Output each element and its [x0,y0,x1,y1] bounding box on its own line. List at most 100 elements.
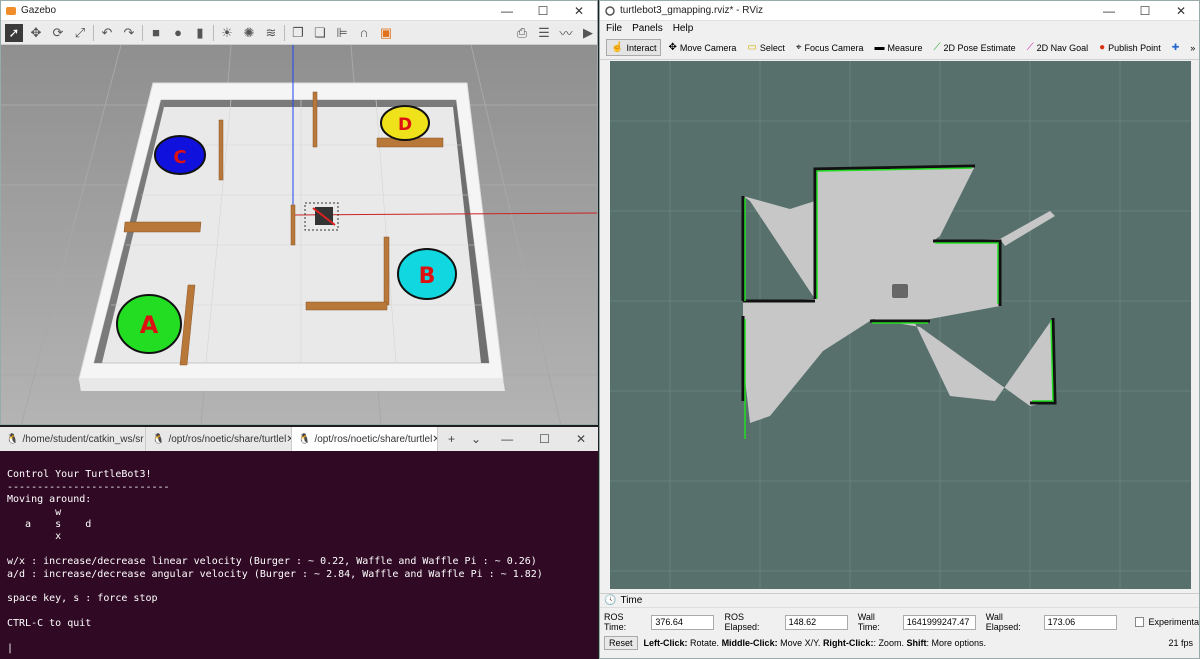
experimental-checkbox[interactable] [1134,617,1145,627]
tool-publish-point[interactable]: ● Publish Point [1095,40,1165,55]
ros-time-field[interactable]: 376.64 [651,614,715,630]
terminal-tab[interactable]: 🐧 /opt/ros/noetic/share/turtlel ✕ [146,427,292,451]
wall-time-field[interactable]: 1641999247.47 [902,614,976,630]
tool-interact[interactable]: ☝ Interact [606,39,662,56]
linux-penguin-icon: 🐧 [6,433,19,445]
nav-arrow-icon: ⟋ [1026,42,1034,53]
toolbar-divider [213,24,214,41]
select-mode-icon[interactable]: ➚ [5,23,23,42]
pin-icon: ● [1099,42,1106,53]
time-header-label: Time [620,595,643,606]
align-icon[interactable]: ⊫ [333,24,351,42]
occupancy-map [610,61,1191,589]
tool-focus-camera[interactable]: ⌖ Focus Camera [792,40,868,55]
wall-elapsed-label: Wall Elapsed: [985,612,1021,632]
tool-label: Measure [887,42,923,53]
terminal-tab[interactable]: 🐧 /home/student/catkin_ws/sr ✕ [0,427,146,451]
spot-light-icon[interactable]: ✺ [240,24,258,42]
minimize-button[interactable]: — [1091,4,1127,18]
rviz-titlebar: turtlebot3_gmapping.rviz* - RViz — ☐ ✕ [600,1,1199,21]
terminal-line: a s d [7,519,92,531]
mouse-hint: Left-Click: Rotate. Middle-Click: Move X… [644,638,986,648]
translate-mode-icon[interactable]: ✥ [27,24,45,42]
add-tool-icon[interactable]: ✚ [1168,40,1184,55]
undo-icon[interactable]: ↶ [98,24,116,42]
rviz-title: turtlebot3_gmapping.rviz* - RViz [620,5,764,16]
minimize-button[interactable]: — [489,4,525,18]
tab-label: /opt/ros/noetic/share/turtlel [314,433,433,445]
change-view-icon[interactable]: ▣ [377,24,395,42]
tool-2d-pose-estimate[interactable]: ⟋ 2D Pose Estimate [930,40,1020,55]
gazebo-title: Gazebo [21,5,57,16]
camera-icon: ✥ [668,42,677,53]
plot-icon[interactable]: 〰 [557,24,575,42]
maximize-button[interactable]: ☐ [1127,4,1163,18]
time-panel: 🕓 Time ROS Time: 376.64 ROS Elapsed: 148… [600,593,1199,658]
terminal-output[interactable]: Control Your TurtleBot3! ----------------… [0,451,598,659]
directional-light-icon[interactable]: ≋ [262,24,280,42]
tool-move-camera[interactable]: ✥ Move Camera [664,40,740,55]
video-icon[interactable]: ▶ [579,24,597,42]
scale-mode-icon[interactable]: ⤢ [71,24,89,42]
svg-text:D: D [398,115,412,135]
box-shape-icon[interactable]: ■ [147,24,165,42]
point-light-icon[interactable]: ☀ [218,24,236,42]
gazebo-titlebar: Gazebo — ☐ ✕ [1,1,597,21]
terminal-line: x [7,531,62,543]
hint-bold: Right-Click: [822,638,874,648]
rotate-mode-icon[interactable]: ⟳ [49,24,67,42]
gazebo-window: Gazebo — ☐ ✕ ➚ ✥ ⟳ ⤢ ↶ ↷ ■ ● ▮ ☀ ✺ ≋ ❐ ❏… [0,0,598,425]
time-panel-header: 🕓 Time [600,594,1199,608]
sphere-shape-icon[interactable]: ● [169,24,187,42]
rviz-toolbar: ☝ Interact ✥ Move Camera ▭ Select ⌖ Focus Ca… [600,36,1199,60]
hint-text: : Zoom. [873,638,907,648]
select-icon: ▭ [747,42,757,53]
copy-icon[interactable]: ❐ [289,24,307,42]
rviz-3d-view[interactable] [610,61,1191,589]
snap-icon[interactable]: ∩ [355,24,373,42]
terminal-tab-active[interactable]: 🐧 /opt/ros/noetic/share/turtlel ✕ [292,427,438,451]
minimize-button[interactable]: — [501,432,513,446]
hint-bold: Shift [906,638,927,648]
arena-wall-front [79,379,505,391]
toolbar-divider [284,24,285,41]
menu-file[interactable]: File [606,23,622,34]
svg-text:B: B [419,264,436,289]
time-fields-row: ROS Time: 376.64 ROS Elapsed: 148.62 Wal… [600,612,1199,632]
menu-panels[interactable]: Panels [632,23,663,34]
menu-help[interactable]: Help [673,23,694,34]
close-button[interactable]: ✕ [561,4,597,18]
screenshot-icon[interactable]: ⎙ [513,24,531,42]
maximize-button[interactable]: ☐ [539,432,550,446]
cylinder-shape-icon[interactable]: ▮ [191,24,209,42]
tab-dropdown-icon[interactable]: ⌄ [471,432,481,446]
linux-penguin-icon: 🐧 [152,433,165,445]
ros-time-label: ROS Time: [604,612,627,632]
reset-button[interactable]: Reset [604,636,638,650]
hint-bold: Left-Click: [643,638,688,648]
tool-label: Focus Camera [804,42,864,53]
tool-2d-nav-goal[interactable]: ⟋ 2D Nav Goal [1023,40,1093,55]
hint-text: Rotate. [687,638,722,648]
redo-icon[interactable]: ↷ [120,24,138,42]
terminal-line: Control Your TurtleBot3! [7,469,152,481]
rviz-menubar: File Panels Help [600,21,1199,36]
close-button[interactable]: ✕ [576,432,586,446]
ros-elapsed-field[interactable]: 148.62 [784,614,848,630]
tool-label: Select [759,42,785,53]
wall-elapsed-field[interactable]: 173.06 [1043,614,1117,630]
tool-label: 2D Pose Estimate [943,42,1016,53]
log-icon[interactable]: ☰ [535,24,553,42]
terminal-line: w [7,506,62,518]
new-tab-icon[interactable]: + [448,432,455,446]
tool-select[interactable]: ▭ Select [743,40,788,55]
terminal-line: CTRL-C to quit [7,618,92,630]
tool-label: Move Camera [679,42,737,53]
maximize-button[interactable]: ☐ [525,4,561,18]
tool-measure[interactable]: ▬ Measure [871,40,927,55]
gazebo-3d-viewport[interactable]: A B C D [1,44,597,424]
more-tools-icon[interactable]: » [1186,41,1199,55]
paste-icon[interactable]: ❏ [311,24,329,42]
close-button[interactable]: ✕ [1163,4,1199,18]
